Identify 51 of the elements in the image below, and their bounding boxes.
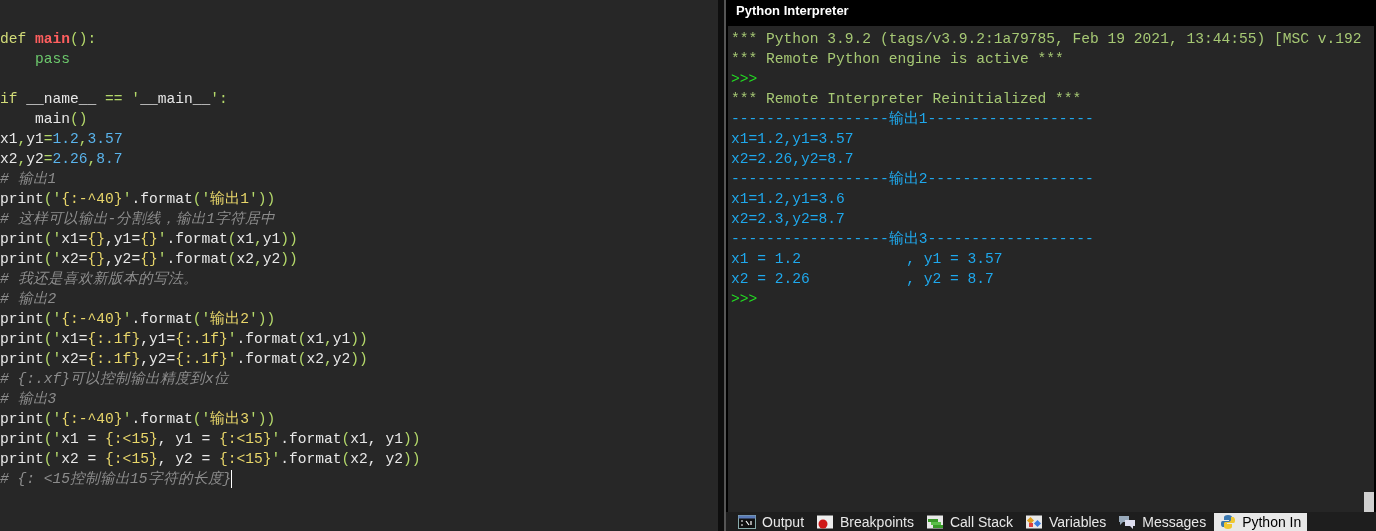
code-line: pass — [34, 50, 71, 69]
console-output: x1=1.2,y1=3.57 — [731, 131, 854, 147]
code-line: print('x2={:.1f},y2={:.1f}'.format(x2,y2)) — [0, 350, 368, 369]
code-line: print('{:-^40}'.format('输出1')) — [0, 189, 276, 209]
code-line: # 输出2 — [0, 290, 57, 309]
code-line: print('x1 = {:<15}, y1 = {:<15}'.format(x1, y1)) — [0, 430, 421, 449]
console-output: x1 = 1.2 , y1 = 3.57 — [731, 251, 1003, 267]
panel-tab[interactable]: Output — [734, 513, 809, 531]
code-line: print('x1={},y1={}'.format(x1,y1)) — [0, 230, 298, 249]
code-line: def main(): — [0, 30, 97, 49]
code-line: print('x1={:.1f},y1={:.1f}'.format(x1,y1)) — [0, 330, 368, 349]
panel-splitter[interactable] — [718, 0, 726, 531]
console-line: *** Python 3.9.2 (tags/v3.9.2:1a79785, Feb 19 2021, 13:44:55) [MSC v.192 — [731, 31, 1362, 47]
code-line: if __name__ == '__main__': — [0, 90, 228, 109]
code-line: x1,y1=1.2,3.57 — [0, 130, 123, 149]
panel-tab[interactable]: Messages — [1114, 513, 1211, 531]
stack-icon — [925, 515, 944, 529]
panel-tab[interactable]: Variables — [1021, 513, 1111, 531]
console-output: ------------------输出2------------------- — [731, 171, 1094, 187]
console-output: ------------------输出1------------------- — [731, 111, 1094, 127]
code-line: # 我还是喜欢新版本的写法。 — [0, 270, 198, 289]
code-line: # {: <15控制输出15字符的长度} — [0, 469, 232, 489]
breakpoint-icon — [816, 515, 835, 529]
panel-tab[interactable]: Call Stack — [921, 513, 1017, 531]
code-line: print('x2 = {:<15}, y2 = {:<15}'.format(x2, y2)) — [0, 450, 421, 469]
console-line: *** Remote Interpreter Reinitialized *** — [731, 91, 1082, 107]
console-output: x2 = 2.26 , y2 = 8.7 — [731, 271, 994, 287]
console-output: x1=1.2,y1=3.6 — [731, 191, 845, 207]
code-line: print('x2={},y2={}'.format(x2,y2)) — [0, 250, 298, 269]
code-line: x2,y2=2.26,8.7 — [0, 150, 123, 169]
variables-icon — [1025, 515, 1043, 529]
code-line: # {:.xf}可以控制输出精度到x位 — [0, 369, 229, 389]
console-prompt: >>> — [731, 71, 758, 87]
console-output: x2=2.3,y2=8.7 — [731, 211, 845, 227]
code-line: # 输出3 — [0, 390, 57, 409]
code-line: print('{:-^40}'.format('输出3')) — [0, 409, 276, 429]
code-line: # 这样可以输出-分割线，输出1字符居中 — [0, 209, 276, 229]
panel-tab[interactable]: Python In — [1214, 513, 1308, 531]
code-line: main() — [34, 110, 88, 129]
console-output: ------------------输出3------------------- — [731, 231, 1094, 247]
scrollbar[interactable] — [1364, 492, 1374, 512]
code-line: # 输出1 — [0, 170, 57, 189]
panel-title: Python Interpreter — [735, 2, 850, 20]
python-icon — [1220, 514, 1237, 530]
code-line: print('{:-^40}'.format('输出2')) — [0, 309, 276, 329]
console-line: *** Remote Python engine is active *** — [731, 51, 1064, 67]
console-icon — [738, 515, 756, 529]
console-output: x2=2.26,y2=8.7 — [731, 151, 854, 167]
console-prompt: >>> — [731, 291, 758, 307]
panel-tab[interactable]: Breakpoints — [812, 513, 918, 531]
messages-icon — [1118, 515, 1137, 529]
